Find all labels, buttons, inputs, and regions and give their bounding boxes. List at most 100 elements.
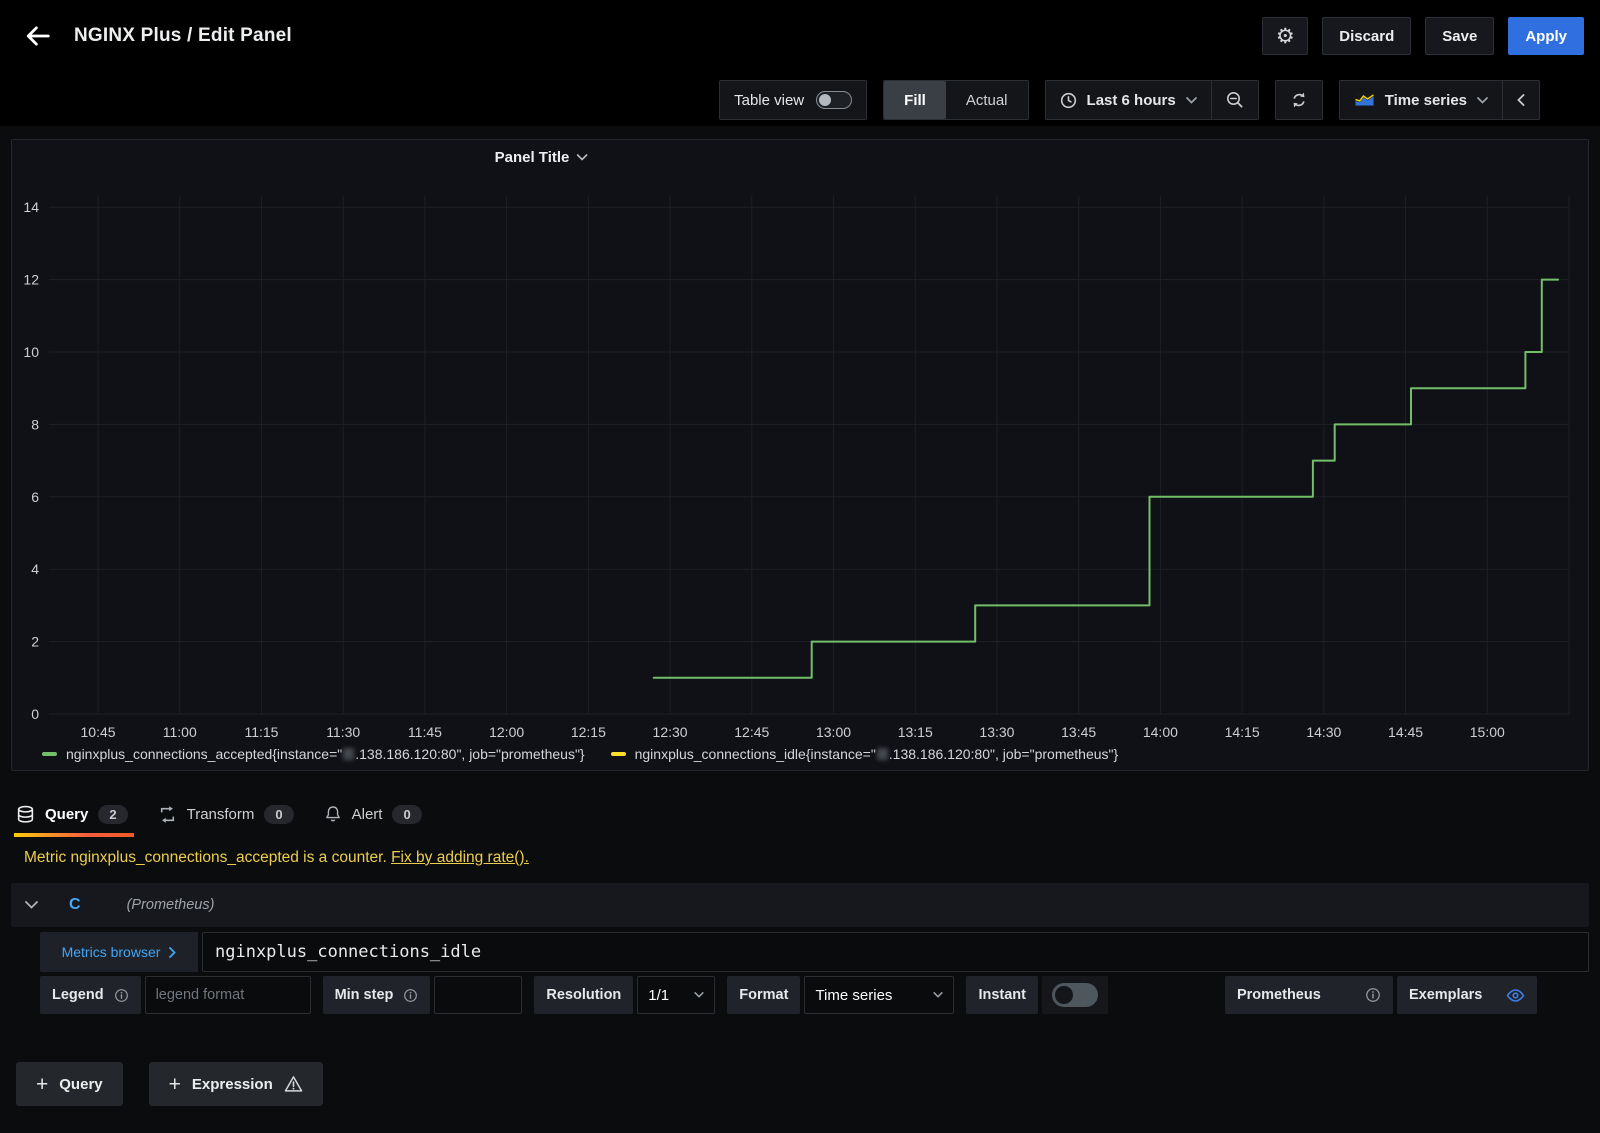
info-icon[interactable] [1365, 987, 1381, 1003]
viz-picker[interactable]: Time series [1340, 81, 1502, 119]
chart-legend: nginxplus_connections_accepted{instance=… [42, 742, 1118, 766]
fix-rate-link[interactable]: Fix by adding rate(). [391, 849, 529, 866]
eye-icon[interactable] [1506, 988, 1525, 1003]
y-axis-tick-label: 10 [23, 344, 39, 360]
panel-edit-toolbar: Table view Fill Actual Last 6 hours [0, 72, 1600, 126]
chart-panel: Panel Title 0246810121410:4511:0011:1511… [11, 139, 1589, 771]
info-icon[interactable] [403, 988, 418, 1003]
tab-transform-label: Transform [187, 806, 255, 823]
legend-series-label: nginxplus_connections_idle{instance=".13… [635, 746, 1119, 762]
metrics-browser-button[interactable]: Metrics browser [40, 932, 198, 972]
time-range-label: Last 6 hours [1087, 92, 1176, 109]
page-title: NGINX Plus / Edit Panel [74, 25, 292, 47]
refresh-button-box [1275, 80, 1323, 120]
warning-text: Metric nginxplus_connections_accepted is… [24, 849, 387, 866]
x-axis-tick-label: 15:00 [1470, 724, 1505, 740]
add-query-button[interactable]: + Query [16, 1062, 123, 1106]
y-axis-tick-label: 12 [23, 272, 39, 288]
format-select[interactable]: Time series [804, 976, 954, 1014]
legend-format-input[interactable] [145, 976, 311, 1014]
instant-toggle-box [1042, 976, 1108, 1014]
tab-transform[interactable]: Transform 0 [158, 791, 294, 837]
y-axis-tick-label: 6 [31, 489, 39, 505]
tab-query-count: 2 [98, 805, 127, 824]
min-step-option-label: Min step [323, 976, 431, 1014]
x-axis-tick-label: 10:45 [81, 724, 116, 740]
save-button[interactable]: Save [1425, 17, 1494, 55]
x-axis-tick-label: 13:45 [1061, 724, 1096, 740]
legend-option-label: Legend [40, 976, 141, 1014]
panel-title: Panel Title [495, 149, 570, 166]
y-axis-tick-label: 0 [31, 706, 39, 722]
x-axis-tick-label: 11:00 [163, 724, 197, 740]
tab-alert[interactable]: Alert 0 [324, 791, 422, 837]
time-range-picker[interactable]: Last 6 hours [1046, 81, 1211, 119]
viz-picker-label: Time series [1385, 92, 1467, 109]
apply-button[interactable]: Apply [1508, 17, 1584, 55]
legend-series-marker [42, 752, 57, 756]
table-view-switch[interactable] [816, 91, 852, 109]
table-view-label: Table view [734, 92, 804, 109]
panel-settings-button[interactable]: ⚙ [1262, 17, 1308, 55]
info-icon[interactable] [114, 988, 129, 1003]
legend-item[interactable]: nginxplus_connections_accepted{instance=… [42, 746, 585, 762]
promql-query-input[interactable] [202, 932, 1589, 972]
plus-icon: + [169, 1074, 181, 1095]
resolution-option-label: Resolution [534, 976, 633, 1014]
viz-picker-group: Time series [1339, 80, 1540, 120]
exemplars-option-label: Exemplars [1397, 976, 1537, 1014]
metrics-browser-label: Metrics browser [62, 944, 161, 960]
chevron-right-icon [169, 947, 176, 958]
collapse-options-button[interactable] [1503, 81, 1539, 119]
x-axis-tick-label: 11:15 [244, 724, 278, 740]
chart-gridlines [49, 196, 1569, 714]
zoom-out-icon [1226, 91, 1244, 109]
discard-button[interactable]: Discard [1322, 17, 1411, 55]
chart-axis-labels: 0246810121410:4511:0011:1511:3011:4512:0… [23, 199, 1505, 740]
fill-option[interactable]: Fill [884, 81, 946, 119]
legend-item[interactable]: nginxplus_connections_idle{instance=".13… [611, 746, 1119, 762]
query-footer-actions: + Query + Expression [16, 1062, 1600, 1106]
zoom-out-button[interactable] [1212, 81, 1258, 119]
y-axis-tick-label: 2 [31, 634, 39, 650]
counter-warning: Metric nginxplus_connections_accepted is… [24, 849, 1584, 867]
legend-series-marker [611, 752, 626, 756]
add-expression-button[interactable]: + Expression [149, 1062, 323, 1106]
format-option-label: Format [727, 976, 800, 1014]
query-editor: C (Prometheus) Metrics browser Legend Mi… [11, 883, 1589, 1014]
x-axis-tick-label: 13:30 [979, 724, 1014, 740]
redacted-text [343, 748, 354, 760]
x-axis-tick-label: 13:15 [898, 724, 933, 740]
time-series-chart[interactable]: 0246810121410:4511:0011:1511:3011:4512:0… [12, 170, 1590, 742]
timeseries-viz-icon [1354, 92, 1375, 108]
x-axis-tick-label: 11:45 [408, 724, 442, 740]
refresh-button[interactable] [1276, 81, 1322, 119]
instant-toggle[interactable] [1052, 983, 1098, 1007]
bell-icon [324, 805, 342, 823]
query-datasource: (Prometheus) [127, 897, 215, 913]
x-axis-tick-label: 12:45 [734, 724, 769, 740]
back-button[interactable] [16, 14, 60, 58]
time-range-group: Last 6 hours [1045, 80, 1259, 120]
chevron-down-icon [1477, 97, 1488, 104]
y-axis-tick-label: 4 [31, 561, 39, 577]
chevron-down-icon [1186, 97, 1197, 104]
tab-query[interactable]: Query 2 [16, 791, 128, 837]
actual-option[interactable]: Actual [946, 81, 1028, 119]
x-axis-tick-label: 14:30 [1306, 724, 1341, 740]
collapse-query-chevron-icon[interactable] [25, 901, 51, 909]
resolution-select[interactable]: 1/1 [637, 976, 715, 1014]
min-step-input[interactable] [434, 976, 522, 1014]
table-view-toggle[interactable]: Table view [719, 80, 867, 120]
tab-alert-label: Alert [352, 806, 383, 823]
database-icon [16, 805, 35, 824]
x-axis-tick-label: 14:00 [1143, 724, 1178, 740]
panel-title-menu[interactable]: Panel Title [495, 149, 588, 166]
query-row-header[interactable]: C (Prometheus) [11, 883, 1589, 927]
redacted-text [877, 748, 888, 760]
x-axis-tick-label: 14:15 [1225, 724, 1260, 740]
transform-icon [158, 805, 177, 824]
legend-series-label: nginxplus_connections_accepted{instance=… [66, 746, 585, 762]
chevron-down-icon [576, 154, 587, 161]
refresh-icon [1290, 91, 1308, 109]
